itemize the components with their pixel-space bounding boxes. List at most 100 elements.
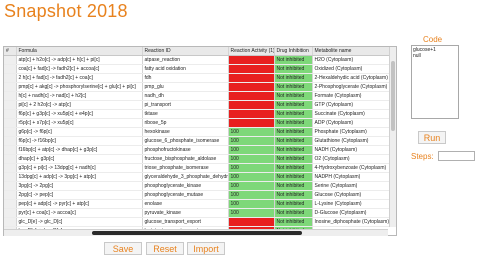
col-header-reaction-activity[interactable]: Reaction Activity (1)	[228, 47, 275, 56]
formula-cell[interactable]: r5p[c] + s7p[c] -> xu5p[c]	[16, 118, 143, 128]
metabolite-name-cell[interactable]: 2-Phosphoglycerate (Cytoplasm)	[312, 82, 396, 92]
formula-cell[interactable]: pi[c] + 2 h2o[c] -> atp[c]	[16, 100, 143, 110]
formula-cell[interactable]: pyr[c] + coa[c] -> accoa[c]	[16, 208, 143, 218]
col-header-reaction-id[interactable]: Reaction ID	[142, 47, 229, 56]
drug-inhibition-cell[interactable]: Not inhibited	[274, 127, 313, 137]
reaction-activity-cell[interactable]	[228, 100, 275, 110]
drug-inhibition-cell[interactable]: Not inhibited	[274, 82, 313, 92]
save-button[interactable]: Save	[104, 242, 142, 255]
reaction-id-cell[interactable]: glucose_transport_export	[142, 217, 229, 227]
drug-inhibition-cell[interactable]: Not inhibited	[274, 73, 313, 83]
reaction-activity-cell[interactable]	[228, 217, 275, 227]
metabolite-name-cell[interactable]: Oxidized (Cytoplasm)	[312, 64, 396, 74]
reaction-activity-cell[interactable]: 100	[228, 136, 275, 146]
formula-cell[interactable]: f6p[c] -> f16bp[c]	[16, 136, 143, 146]
metabolite-name-cell[interactable]: O2 (Cytoplasm)	[312, 154, 396, 164]
col-header-index[interactable]: #	[4, 47, 17, 56]
reaction-id-cell[interactable]: pmp_glu	[142, 82, 229, 92]
metabolite-name-cell[interactable]: Glucose (Cytoplasm)	[312, 190, 396, 200]
table-row[interactable]: h[c] + nadh[c] -> nad[c] + h2[c] nadh_dh N…	[4, 91, 396, 101]
drug-inhibition-cell[interactable]: Not inhibited	[274, 136, 313, 146]
reaction-id-cell[interactable]: hexokinase	[142, 127, 229, 137]
table-row[interactable]: r5p[c] + s7p[c] -> xu5p[c] ribose_5p Not i…	[4, 118, 396, 128]
metabolite-name-cell[interactable]: D-Glucose (Cytoplasm)	[312, 208, 396, 218]
reaction-id-cell[interactable]: triose_phosphate_isomerase	[142, 163, 229, 173]
formula-cell[interactable]: 2pg[c] -> pep[c]	[16, 190, 143, 200]
metabolite-name-cell[interactable]: NADH (Cytoplasm)	[312, 145, 396, 155]
formula-cell[interactable]: 3pg[c] -> 2pg[c]	[16, 181, 143, 191]
table-row[interactable]: 2pg[c] -> pep[c] phosphoglycerate_mutase 1…	[4, 190, 396, 200]
reaction-id-cell[interactable]: pi_transport	[142, 100, 229, 110]
table-row[interactable]: f16bp[c] + atp[c] -> dhap[c] + g3p[c] pho…	[4, 145, 396, 155]
metabolite-name-cell[interactable]: 4-Hydroxybenzoate (Cytoplasm)	[312, 163, 396, 173]
reaction-id-cell[interactable]: ribose_5p	[142, 118, 229, 128]
reaction-activity-cell[interactable]	[228, 118, 275, 128]
drug-inhibition-cell[interactable]: Not inhibited	[274, 208, 313, 218]
drug-inhibition-cell[interactable]: Not inhibited	[274, 118, 313, 128]
drug-inhibition-cell[interactable]: Not inhibited	[274, 199, 313, 209]
reaction-activity-cell[interactable]: 100	[228, 172, 275, 182]
reaction-id-cell[interactable]: fructose_bisphosphate_aldolase	[142, 154, 229, 164]
formula-cell[interactable]: 2 h[c] + fad[c] -> fadh2[c] + coa[c]	[16, 73, 143, 83]
reaction-activity-cell[interactable]: 100	[228, 127, 275, 137]
formula-cell[interactable]: h[c] + nadh[c] -> nad[c] + h2[c]	[16, 91, 143, 101]
reaction-activity-cell[interactable]: 100	[228, 208, 275, 218]
table-row[interactable]: 3pg[c] -> 2pg[c] phosphoglycerate_kinase 1…	[4, 181, 396, 191]
metabolite-name-cell[interactable]: 2-Hexaldehydic acid (Cytoplasm)	[312, 73, 396, 83]
grid-vertical-scroll-thumb[interactable]	[391, 61, 395, 131]
formula-cell[interactable]: atp[c] + h2o[c] -> adp[c] + h[c] + pi[c]	[16, 55, 143, 65]
formula-cell[interactable]: coa[c] + fad[c] -> fadh2[c] + accoa[c]	[16, 64, 143, 74]
formula-cell[interactable]: g6p[c] -> f6p[c]	[16, 127, 143, 137]
table-row[interactable]: glc_D[e] -> glc_D[c] glucose_transport_ex…	[4, 217, 396, 227]
formula-cell[interactable]: glc_D[e] -> glc_D[c]	[16, 217, 143, 227]
col-header-metabolite-name[interactable]: Metabolite name	[312, 47, 396, 56]
formula-cell[interactable]: 13dpg[c] + adp[c] -> 3pg[c] + atp[c]	[16, 172, 143, 182]
metabolite-name-cell[interactable]: NADPH (Cytoplasm)	[312, 172, 396, 182]
drug-inhibition-cell[interactable]: Not inhibited	[274, 172, 313, 182]
grid-horizontal-scroll-thumb[interactable]	[92, 231, 302, 235]
table-row[interactable]: f6p[c] -> f16bp[c] glucose_6_phosphate_is…	[4, 136, 396, 146]
reaction-id-cell[interactable]: tktase	[142, 109, 229, 119]
reaction-activity-cell[interactable]	[228, 109, 275, 119]
table-row[interactable]: g6p[c] -> f6p[c] hexokinase 100 Not inhibit…	[4, 127, 396, 137]
reaction-activity-cell[interactable]: 100	[228, 145, 275, 155]
reaction-id-cell[interactable]: fatty acid oxidation	[142, 64, 229, 74]
formula-cell[interactable]: dhap[c] + g3p[c]	[16, 154, 143, 164]
reaction-activity-cell[interactable]: 100	[228, 181, 275, 191]
steps-input[interactable]	[438, 151, 475, 161]
reaction-activity-cell[interactable]: 100	[228, 154, 275, 164]
reaction-id-cell[interactable]: phosphofructokinase	[142, 145, 229, 155]
reaction-activity-cell[interactable]	[228, 82, 275, 92]
drug-inhibition-cell[interactable]: Not inhibited	[274, 64, 313, 74]
reaction-id-cell[interactable]: glyceraldehyde_3_phosphate_dehydrogenase	[142, 172, 229, 182]
drug-inhibition-cell[interactable]: Not inhibited	[274, 190, 313, 200]
table-row[interactable]: coa[c] + fad[c] -> fadh2[c] + accoa[c] fa…	[4, 64, 396, 74]
metabolite-name-cell[interactable]: H2O (Cytoplasm)	[312, 55, 396, 65]
drug-inhibition-cell[interactable]: Not inhibited	[274, 181, 313, 191]
table-row[interactable]: dhap[c] + g3p[c] fructose_bisphosphate_al…	[4, 154, 396, 164]
reaction-activity-cell[interactable]	[228, 64, 275, 74]
table-row[interactable]: g3p[c] + pi[c] -> 13dpg[c] + nadh[c] trio…	[4, 163, 396, 173]
reaction-activity-cell[interactable]: 100	[228, 190, 275, 200]
drug-inhibition-cell[interactable]: Not inhibited	[274, 145, 313, 155]
metabolite-name-cell[interactable]: Succinate (Cytoplasm)	[312, 109, 396, 119]
table-row[interactable]: f6p[c] + g3p[c] -> xu5p[c] + e4p[c] tktas…	[4, 109, 396, 119]
table-row[interactable]: 2 h[c] + fad[c] -> fadh2[c] + coa[c] fdh N…	[4, 73, 396, 83]
reaction-id-cell[interactable]: glucose_6_phosphate_isomerase	[142, 136, 229, 146]
col-header-formula[interactable]: Formula	[16, 47, 143, 56]
drug-inhibition-cell[interactable]: Not inhibited	[274, 91, 313, 101]
metabolite-name-cell[interactable]: L-Lysine (Cytoplasm)	[312, 199, 396, 209]
metabolite-name-cell[interactable]: ADP (Cytoplasm)	[312, 118, 396, 128]
table-row[interactable]: pep[c] + adp[c] -> pyr[c] + atp[c] enolas…	[4, 199, 396, 209]
formula-cell[interactable]: f16bp[c] + atp[c] -> dhap[c] + g3p[c]	[16, 145, 143, 155]
reset-button[interactable]: Reset	[146, 242, 184, 255]
code-textarea[interactable]: glucose+1 null	[411, 45, 459, 119]
table-row[interactable]: pyr[c] + coa[c] -> accoa[c] pyruvate_kina…	[4, 208, 396, 218]
table-row[interactable]: atp[c] + h2o[c] -> adp[c] + h[c] + pi[c]…	[4, 55, 396, 65]
table-row[interactable]: pmp[c] + akg[c] -> phosphorylserine[c] +…	[4, 82, 396, 92]
reaction-activity-cell[interactable]: 100	[228, 199, 275, 209]
reaction-id-cell[interactable]: fdh	[142, 73, 229, 83]
reaction-id-cell[interactable]: pyruvate_kinase	[142, 208, 229, 218]
grid-horizontal-scrollbar[interactable]	[4, 229, 388, 236]
drug-inhibition-cell[interactable]: Not inhibited	[274, 217, 313, 227]
